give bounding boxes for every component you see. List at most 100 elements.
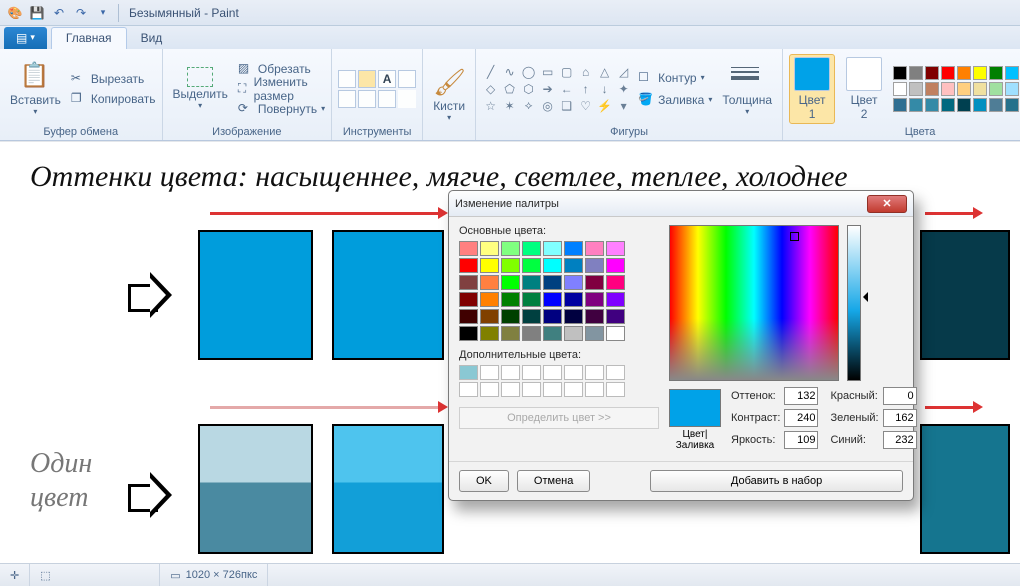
palette-color[interactable] <box>989 82 1003 96</box>
palette-color[interactable] <box>1005 98 1019 112</box>
custom-color-cell[interactable] <box>501 365 520 380</box>
red-input[interactable] <box>883 387 917 405</box>
resize-button[interactable]: ⛶Изменить размер <box>238 79 325 99</box>
palette-color[interactable] <box>893 82 907 96</box>
arrU-shape[interactable]: ↑ <box>577 81 594 96</box>
redo-icon[interactable]: ↷ <box>72 4 90 22</box>
sat-input[interactable] <box>784 409 818 427</box>
basic-color-cell[interactable] <box>606 292 625 307</box>
close-button[interactable]: ✕ <box>867 195 907 213</box>
palette-color[interactable] <box>973 98 987 112</box>
basic-color-cell[interactable] <box>564 275 583 290</box>
basic-color-cell[interactable] <box>585 258 604 273</box>
basic-color-cell[interactable] <box>585 309 604 324</box>
basic-color-cell[interactable] <box>459 326 478 341</box>
basic-color-cell[interactable] <box>459 292 478 307</box>
palette-color[interactable] <box>973 66 987 80</box>
custom-colors-grid[interactable] <box>459 365 659 397</box>
custom-color-cell[interactable] <box>564 382 583 397</box>
basic-colors-grid[interactable] <box>459 241 659 341</box>
custom-color-cell[interactable] <box>459 365 478 380</box>
hex-shape[interactable]: ⬡ <box>520 81 537 96</box>
basic-color-cell[interactable] <box>606 258 625 273</box>
palette-color[interactable] <box>1005 66 1019 80</box>
blue-input[interactable] <box>883 431 917 449</box>
basic-color-cell[interactable] <box>606 275 625 290</box>
oval-shape[interactable]: ◯ <box>520 64 537 79</box>
basic-color-cell[interactable] <box>480 309 499 324</box>
zoom-tool[interactable] <box>378 90 396 108</box>
thickness-button[interactable]: Толщина ▾ <box>718 59 776 118</box>
eraser-tool[interactable] <box>398 70 416 88</box>
color-palette[interactable] <box>893 66 1020 112</box>
hue-input[interactable] <box>784 387 818 405</box>
basic-color-cell[interactable] <box>543 241 562 256</box>
custom-color-cell[interactable] <box>543 382 562 397</box>
basic-color-cell[interactable] <box>480 275 499 290</box>
basic-color-cell[interactable] <box>543 292 562 307</box>
custom-color-cell[interactable] <box>459 382 478 397</box>
basic-color-cell[interactable] <box>480 326 499 341</box>
basic-color-cell[interactable] <box>480 292 499 307</box>
custom-color-cell[interactable] <box>606 365 625 380</box>
palette-color[interactable] <box>957 98 971 112</box>
dialog-titlebar[interactable]: Изменение палитры ✕ <box>449 191 913 217</box>
rotate-button[interactable]: ⟳Повернуть▾ <box>238 99 325 119</box>
arrD-shape[interactable]: ↓ <box>596 81 613 96</box>
palette-color[interactable] <box>957 82 971 96</box>
basic-color-cell[interactable] <box>543 275 562 290</box>
palette-color[interactable] <box>941 98 955 112</box>
basic-color-cell[interactable] <box>564 309 583 324</box>
roundrect-shape[interactable]: ▢ <box>558 64 575 79</box>
poly-shape[interactable]: ⌂ <box>577 64 594 79</box>
green-input[interactable] <box>883 409 917 427</box>
basic-color-cell[interactable] <box>564 258 583 273</box>
basic-color-cell[interactable] <box>501 326 520 341</box>
brush-button[interactable]: 🖌 Кисти ▾ <box>429 65 469 124</box>
basic-color-cell[interactable] <box>480 258 499 273</box>
basic-color-cell[interactable] <box>459 258 478 273</box>
basic-color-cell[interactable] <box>501 309 520 324</box>
basic-color-cell[interactable] <box>564 241 583 256</box>
basic-color-cell[interactable] <box>564 292 583 307</box>
basic-color-cell[interactable] <box>501 258 520 273</box>
shapes-gallery[interactable]: ╱∿◯▭▢⌂△◿ ◇⬠⬡➔←↑↓✦ ☆✶⟡◎❑♡⚡▾ <box>482 64 632 113</box>
basic-color-cell[interactable] <box>522 292 541 307</box>
basic-color-cell[interactable] <box>522 275 541 290</box>
rect-shape[interactable]: ▭ <box>539 64 556 79</box>
palette-color[interactable] <box>925 98 939 112</box>
custom-color-cell[interactable] <box>522 382 541 397</box>
qat-customize-icon[interactable]: ▾ <box>94 4 112 22</box>
pent-shape[interactable]: ⬠ <box>501 81 518 96</box>
palette-color[interactable] <box>893 66 907 80</box>
line-shape[interactable]: ╱ <box>482 64 499 79</box>
add-to-set-button[interactable]: Добавить в набор <box>650 470 903 492</box>
diamond-shape[interactable]: ◇ <box>482 81 499 96</box>
basic-color-cell[interactable] <box>459 275 478 290</box>
basic-color-cell[interactable] <box>585 275 604 290</box>
arrL-shape[interactable]: ← <box>558 81 575 96</box>
custom-color-cell[interactable] <box>480 382 499 397</box>
basic-color-cell[interactable] <box>522 258 541 273</box>
palette-color[interactable] <box>925 82 939 96</box>
palette-color[interactable] <box>909 82 923 96</box>
undo-icon[interactable]: ↶ <box>50 4 68 22</box>
basic-color-cell[interactable] <box>585 241 604 256</box>
palette-color[interactable] <box>925 66 939 80</box>
fill-button[interactable]: 🪣Заливка▾ <box>638 90 712 110</box>
star5-shape[interactable]: ☆ <box>482 98 499 113</box>
custom-color-cell[interactable] <box>480 365 499 380</box>
palette-color[interactable] <box>1005 82 1019 96</box>
basic-color-cell[interactable] <box>564 326 583 341</box>
tri-shape[interactable]: △ <box>596 64 613 79</box>
bolt-shape[interactable]: ⚡ <box>596 98 613 113</box>
basic-color-cell[interactable] <box>501 292 520 307</box>
color2-slot[interactable]: Цвет 2 <box>841 54 887 124</box>
basic-color-cell[interactable] <box>543 326 562 341</box>
outline-button[interactable]: ☐Контур▾ <box>638 68 712 88</box>
basic-color-cell[interactable] <box>501 275 520 290</box>
custom-color-cell[interactable] <box>543 365 562 380</box>
custom-color-cell[interactable] <box>585 365 604 380</box>
custom-color-cell[interactable] <box>564 365 583 380</box>
custom-color-cell[interactable] <box>522 365 541 380</box>
